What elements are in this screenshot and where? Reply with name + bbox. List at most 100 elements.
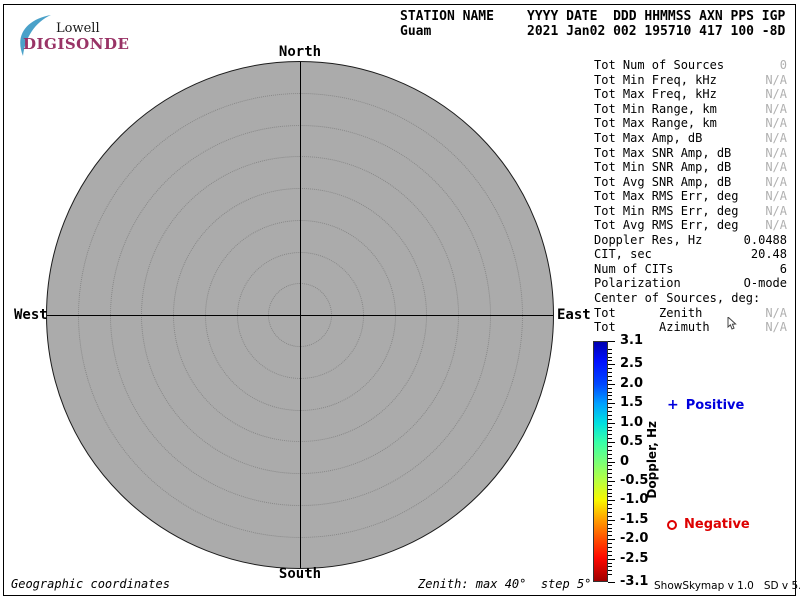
- colorbar-major-tick: [608, 559, 615, 560]
- panel-row-label: Tot Min Freq, kHz: [594, 73, 717, 87]
- panel-row-label: Center of Sources, deg:: [594, 291, 760, 305]
- panel-row: Tot ZenithN/A: [594, 305, 787, 320]
- colorbar-minor-tick: [608, 392, 612, 393]
- colorbar-minor-tick: [608, 415, 612, 416]
- colorbar-minor-tick: [608, 465, 612, 466]
- colorbar-minor-tick: [608, 434, 612, 435]
- panel-row: Tot Min SNR Amp, dB N/A: [594, 160, 787, 175]
- colorbar-minor-tick: [608, 493, 612, 494]
- colorbar-major-tick: [608, 582, 615, 583]
- panel-row-label: Tot Azimuth: [594, 320, 710, 334]
- panel-row-label: Polarization: [594, 276, 681, 290]
- colorbar-minor-tick: [608, 563, 612, 564]
- panel-row-label: Tot Min RMS Err, deg: [594, 204, 739, 218]
- panel-row-value: N/A: [765, 131, 787, 145]
- panel-row-label: Num of CITs: [594, 262, 673, 276]
- panel-row-label: Doppler Res, Hz: [594, 233, 702, 247]
- circle-icon: [667, 520, 677, 530]
- colorbar-minor-tick: [608, 551, 612, 552]
- colorbar-minor-tick: [608, 395, 612, 396]
- colorbar-major-tick: [608, 442, 615, 443]
- colorbar-minor-tick: [608, 508, 612, 509]
- colorbar-minor-tick: [608, 353, 612, 354]
- colorbar-major-tick: [608, 423, 615, 424]
- colorbar-minor-tick: [608, 438, 612, 439]
- colorbar-tick-label: 1.0: [620, 415, 643, 430]
- showskymap-screen: Lowell DIGISONDE STATION NAME YYYY DATE …: [0, 0, 800, 600]
- panel-row-value: N/A: [765, 102, 787, 116]
- colorbar-minor-tick: [608, 555, 612, 556]
- colorbar-minor-tick: [608, 477, 612, 478]
- label-west: West: [14, 307, 48, 323]
- colorbar-major-tick: [608, 539, 615, 540]
- colorbar-minor-tick: [608, 360, 612, 361]
- panel-row-value: N/A: [765, 160, 787, 174]
- lowell-digisonde-logo: Lowell DIGISONDE: [13, 9, 143, 57]
- colorbar-minor-tick: [608, 368, 612, 369]
- mouse-cursor: [727, 317, 737, 330]
- panel-row-label: Tot Max SNR Amp, dB: [594, 146, 731, 160]
- panel-row-label: Tot Max RMS Err, deg: [594, 189, 739, 203]
- panel-row-value: N/A: [765, 320, 787, 334]
- colorbar-minor-tick: [608, 430, 612, 431]
- header-station-value: Guam: [400, 24, 431, 39]
- north-south-axis: [300, 62, 301, 568]
- panel-row-value: N/A: [765, 87, 787, 101]
- legend-positive: + Positive: [667, 397, 744, 413]
- colorbar-tick-label: -3.1: [620, 574, 648, 589]
- plus-icon: +: [667, 397, 679, 413]
- colorbar-minor-tick: [608, 407, 612, 408]
- logo-digisonde-text: DIGISONDE: [23, 35, 129, 53]
- colorbar-tick-label: 1.5: [620, 395, 643, 410]
- panel-row: Tot Avg RMS Err, degN/A: [594, 218, 787, 233]
- colorbar-minor-tick: [608, 454, 612, 455]
- legend-negative-label: Negative: [684, 517, 750, 532]
- colorbar-minor-tick: [608, 380, 612, 381]
- logo-lowell-text: Lowell: [56, 21, 100, 36]
- panel-row: Tot Max RMS Err, degN/A: [594, 189, 787, 204]
- colorbar-minor-tick: [608, 566, 612, 567]
- colorbar-tick-label: -1.5: [620, 512, 648, 527]
- colorbar-minor-tick: [608, 376, 612, 377]
- panel-row-value: 20.48: [751, 247, 787, 261]
- colorbar-major-tick: [608, 384, 615, 385]
- colorbar-minor-tick: [608, 388, 612, 389]
- panel-row-value: N/A: [765, 218, 787, 232]
- panel-row-label: Tot Avg SNR Amp, dB: [594, 175, 731, 189]
- panel-row-label: Tot Max Amp, dB: [594, 131, 702, 145]
- header-columns: YYYY DATE DDD HHMMSS AXN PPS IGP: [527, 9, 785, 24]
- colorbar-minor-tick: [608, 372, 612, 373]
- colorbar-minor-tick: [608, 419, 612, 420]
- colorbar-minor-tick: [608, 469, 612, 470]
- header-station-label: STATION NAME: [400, 9, 494, 24]
- colorbar-tick-label: 3.1: [620, 333, 643, 348]
- panel-row-label: Tot Max Freq, kHz: [594, 87, 717, 101]
- colorbar-minor-tick: [608, 570, 612, 571]
- panel-row-value: 0: [780, 58, 787, 72]
- panel-row: PolarizationO-mode: [594, 276, 787, 291]
- colorbar-tick-label: 0: [620, 454, 629, 469]
- colorbar-minor-tick: [608, 535, 612, 536]
- colorbar-major-tick: [608, 462, 615, 463]
- colorbar-minor-tick: [608, 528, 612, 529]
- colorbar-minor-tick: [608, 411, 612, 412]
- colorbar-tick-label: 2.0: [620, 376, 643, 391]
- panel-row: Tot Avg SNR Amp, dBN/A: [594, 174, 787, 189]
- footer-zenith-info: Zenith: max 40° step 5°: [418, 577, 591, 591]
- panel-row-label: Tot Min SNR Amp, dB: [594, 160, 731, 174]
- label-south: South: [279, 566, 321, 582]
- colorbar-axis-label: Doppler, Hz: [645, 421, 659, 499]
- measurement-panel: Tot Num of Sources0Tot Min Freq, kHzN/AT…: [594, 58, 787, 334]
- colorbar-minor-tick: [608, 485, 612, 486]
- colorbar-minor-tick: [608, 446, 612, 447]
- panel-row-value: N/A: [765, 204, 787, 218]
- colorbar-minor-tick: [608, 349, 612, 350]
- panel-row: Tot Num of Sources0: [594, 58, 787, 73]
- doppler-colorbar: [593, 341, 608, 582]
- panel-row-value: N/A: [765, 73, 787, 87]
- panel-row-label: Tot Min Range, km: [594, 102, 717, 116]
- panel-row: Tot Min Freq, kHz N/A: [594, 73, 787, 88]
- colorbar-minor-tick: [608, 504, 612, 505]
- colorbar-minor-tick: [608, 496, 612, 497]
- panel-row: Tot Max Amp, dB N/A: [594, 131, 787, 146]
